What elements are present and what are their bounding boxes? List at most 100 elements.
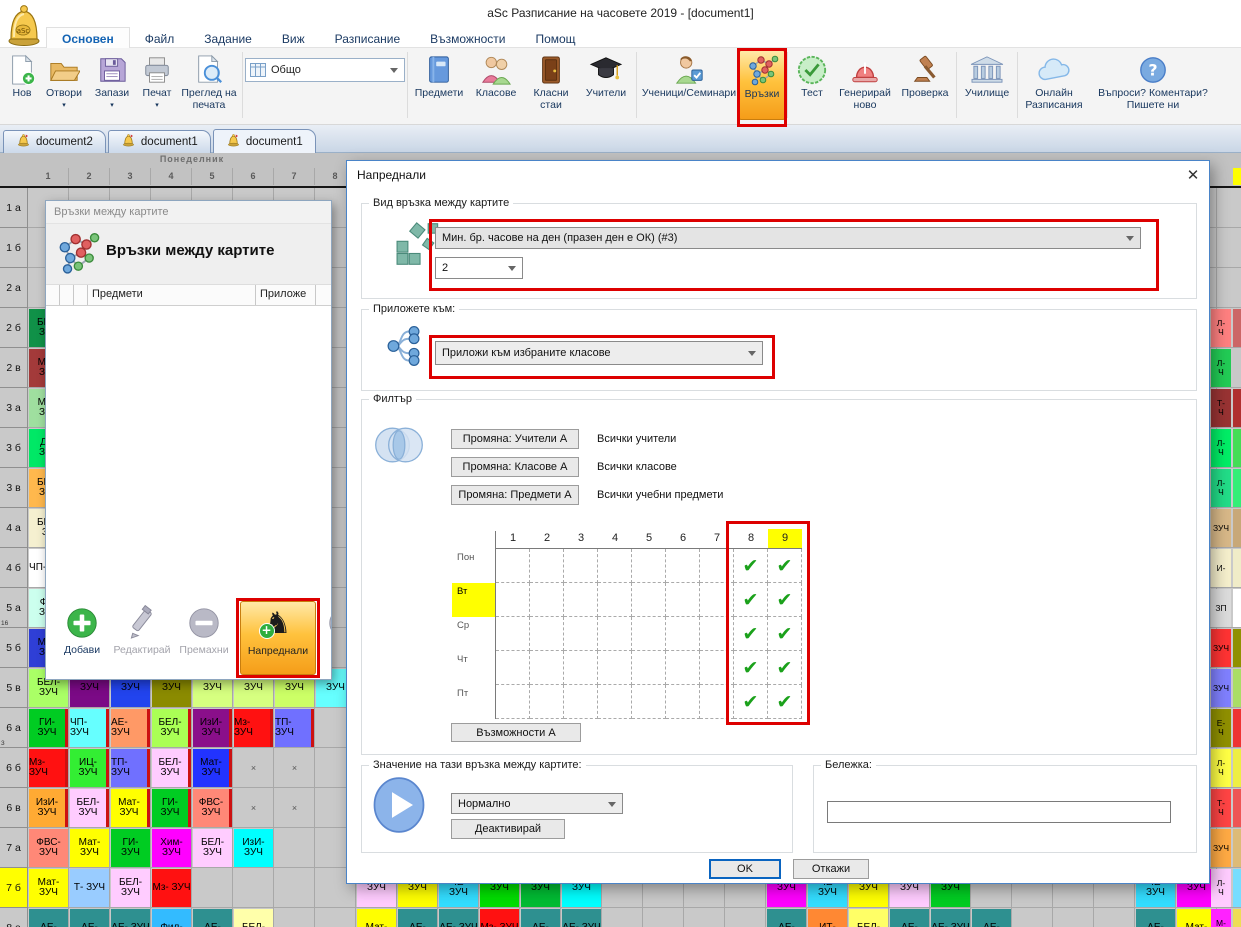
period-header-2[interactable]: 2 [69,168,110,185]
lesson-card[interactable]: ТП- ЗУЧ [275,709,314,747]
lesson-card[interactable]: ИзИ-ЗУЧ [193,709,232,747]
lesson-card[interactable]: АЕ- [521,909,560,927]
grid-cell-Чт-1[interactable] [496,651,530,685]
grid-cell-Ср-7[interactable] [700,617,734,651]
grid-cell-Вт-5[interactable] [632,583,666,617]
lesson-card-partial[interactable] [1233,389,1241,427]
lesson-card-partial[interactable] [1233,509,1241,547]
Редактирай-button[interactable]: Редактирай [112,601,172,675]
grid-cell-Пон-2[interactable] [530,549,564,583]
lesson-card-partial[interactable] [1233,709,1241,747]
menu-tab-Виж[interactable]: Виж [267,28,320,49]
grid-day-label-Пон[interactable]: Пон [452,549,496,583]
grid-period-header-7[interactable]: 7 [700,529,734,548]
grid-cell-Пт-3[interactable] [564,685,598,719]
view-selector-combo[interactable]: Общо [245,58,405,82]
lesson-card[interactable]: Мз- ЗУЧ [29,749,68,787]
grid-cell-Вт-1[interactable] [496,583,530,617]
menu-tab-Възможности[interactable]: Възможности [415,28,520,49]
row-label-5 а[interactable]: 5 а16 [0,588,28,628]
grid-period-header-6[interactable]: 6 [666,529,700,548]
period-header-highlighted[interactable] [1233,168,1241,185]
grid-period-header-5[interactable]: 5 [632,529,666,548]
relationship-count-combo[interactable]: 2 [435,257,523,279]
grid-cell-Чт-7[interactable] [700,651,734,685]
lesson-card[interactable]: БЕЛ-ЗУЧ [152,749,191,787]
lesson-card[interactable]: ЧП- ЗУЧ [70,709,109,747]
grid-cell-Пт-8[interactable]: ✔ [734,685,768,719]
lesson-card-partial[interactable]: ЗУЧ [1211,669,1231,707]
grid-period-header-1[interactable]: 1 [496,529,530,548]
lesson-card-partial[interactable] [1233,909,1241,927]
ribbon-button-print[interactable]: Печат▾ [136,50,178,120]
lesson-card[interactable]: Мз- ЗУЧ [480,909,519,927]
lesson-card[interactable]: Мз- ЗУЧ [152,869,191,907]
row-label-1 б[interactable]: 1 б [0,228,28,268]
ribbon-button-links[interactable]: Връзки [739,50,785,120]
deactivate-button[interactable]: Деактивирай [451,819,565,839]
ok-button[interactable]: OK [709,859,781,879]
lesson-card-partial[interactable] [1233,669,1241,707]
grid-cell-Ср-8[interactable]: ✔ [734,617,768,651]
lesson-card-partial[interactable] [1233,589,1241,627]
grid-day-label-Вт[interactable]: Вт [452,583,496,617]
links-column-header-Предмети[interactable]: Предмети [88,285,256,305]
lesson-card-partial[interactable]: Е-Ч [1211,709,1231,747]
row-label-6 в[interactable]: 6 в [0,788,28,828]
grid-cell-Пт-1[interactable] [496,685,530,719]
lesson-card[interactable]: АЕ- [398,909,437,927]
lesson-card-partial[interactable] [1233,749,1241,787]
grid-cell-Вт-2[interactable] [530,583,564,617]
lesson-card[interactable]: ИТ- [808,909,847,927]
blocked-slot[interactable]: × [275,789,314,827]
grid-cell-Вт-9[interactable]: ✔ [768,583,802,617]
lesson-card[interactable]: АЕ- ЗУЧ [562,909,601,927]
ribbon-button-save[interactable]: Запази▾ [88,50,136,120]
grid-cell-Пт-2[interactable] [530,685,564,719]
grid-cell-Ср-5[interactable] [632,617,666,651]
row-label-5 в[interactable]: 5 в [0,668,28,708]
ribbon-button-preview[interactable]: Преглед на печата [178,50,240,120]
Премахни-button[interactable]: Премахни [174,601,234,675]
ribbon-button-siren[interactable]: Генерирай ново [834,50,896,120]
links-window-titlebar[interactable]: Връзки между картите [46,201,331,224]
grid-cell-Вт-8[interactable]: ✔ [734,583,768,617]
grid-cell-Чт-8[interactable]: ✔ [734,651,768,685]
links-column-header-Приложе[interactable]: Приложе [256,285,316,305]
lesson-card[interactable]: Мат-ЗУЧ [193,749,232,787]
grid-cell-Пон-1[interactable] [496,549,530,583]
lesson-card[interactable]: АЕ- [193,909,232,927]
dropdown-arrow-icon[interactable]: ▾ [110,101,114,109]
asc-bell-logo-icon[interactable]: aSc [3,1,45,47]
grid-cell-Чт-4[interactable] [598,651,632,685]
lesson-card-partial[interactable] [1233,549,1241,587]
lesson-card[interactable]: Мат- [357,909,396,927]
ribbon-button-building[interactable]: Училище [959,50,1015,120]
lesson-card[interactable]: АЕ- [972,909,1011,927]
period-header-1[interactable]: 1 [28,168,69,185]
lesson-card[interactable]: ИЦ-ЗУЧ [70,749,109,787]
lesson-card[interactable]: ФВС-ЗУЧ [193,789,232,827]
lesson-card[interactable]: БЕЛ-ЗУЧ [193,829,232,867]
dropdown-arrow-icon[interactable]: ▾ [62,101,66,109]
lesson-card[interactable]: Мат-ЗУЧ [111,789,150,827]
grid-period-header-4[interactable]: 4 [598,529,632,548]
links-column-header[interactable] [46,285,60,305]
lesson-card-partial[interactable]: М-ЗУЧ [1211,909,1231,927]
grid-cell-Вт-3[interactable] [564,583,598,617]
lesson-card-partial[interactable]: ЗУЧ [1211,829,1231,867]
Напреднали-button[interactable]: ♞+Напреднали [240,601,316,675]
lesson-card[interactable]: БЕЛ- [849,909,888,927]
grid-cell-Пон-9[interactable]: ✔ [768,549,802,583]
lesson-card[interactable]: Мат-ЗУЧ [70,829,109,867]
row-label-4 б[interactable]: 4 б [0,548,28,588]
lesson-card-partial[interactable] [1233,349,1241,387]
grid-cell-Пон-4[interactable] [598,549,632,583]
grid-cell-Пон-8[interactable]: ✔ [734,549,768,583]
document-tab-document1[interactable]: document1 [108,130,211,153]
lesson-card[interactable]: ИзИ-ЗУЧ [234,829,273,867]
lesson-card[interactable]: Мз- ЗУЧ [234,709,273,747]
ribbon-button-test[interactable]: Тест [790,50,834,120]
possibilities-button[interactable]: Възможности А [451,723,581,742]
menu-tab-Помощ[interactable]: Помощ [520,28,590,49]
